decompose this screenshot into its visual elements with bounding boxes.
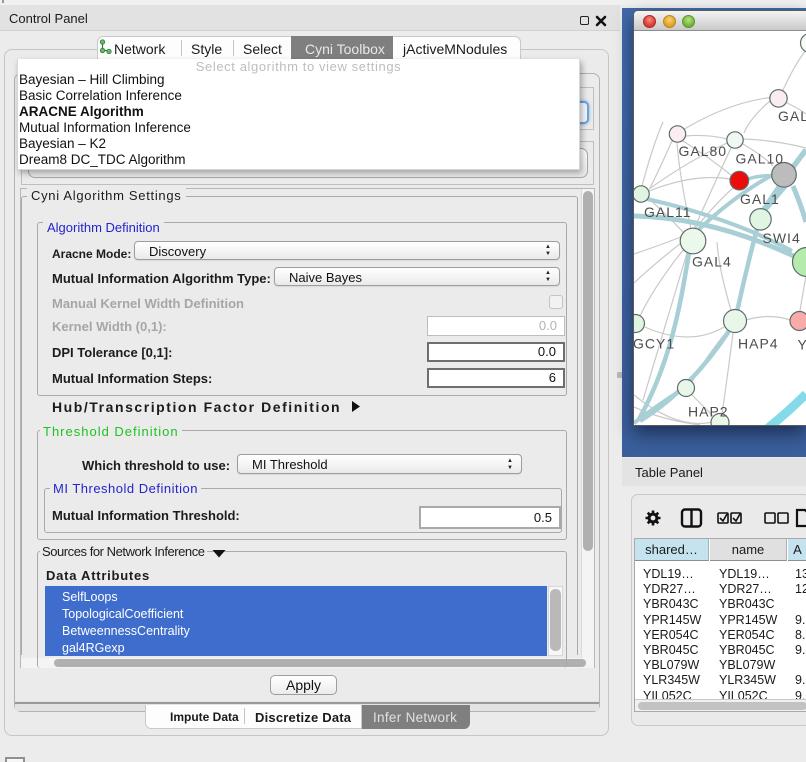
svg-text:GAL11: GAL11 — [644, 204, 692, 220]
svg-text:GAL: GAL — [778, 108, 806, 124]
svg-text:HAP4: HAP4 — [738, 336, 779, 352]
svg-text:GAL10: GAL10 — [736, 151, 785, 167]
svg-text:GAL4: GAL4 — [692, 254, 732, 270]
svg-text:GAL80: GAL80 — [679, 143, 728, 159]
svg-text:GCY1: GCY1 — [634, 336, 675, 352]
svg-text:SWI4: SWI4 — [763, 230, 801, 246]
svg-text:GAL1: GAL1 — [740, 191, 780, 207]
svg-text:Y: Y — [798, 337, 806, 353]
svg-text:HAP2: HAP2 — [688, 404, 729, 420]
